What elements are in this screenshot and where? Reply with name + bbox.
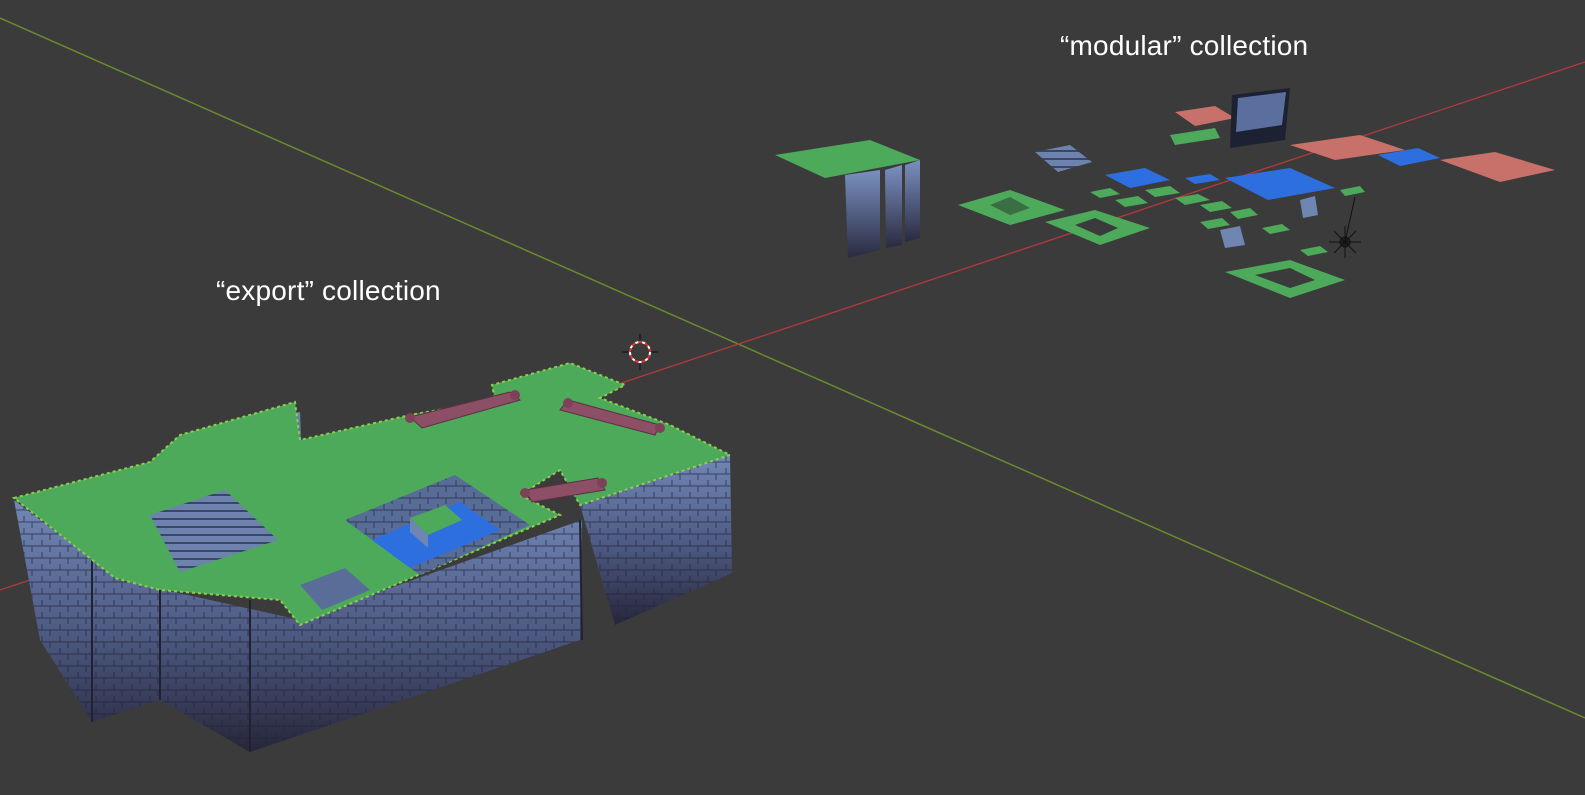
viewport-scene (0, 17, 1585, 752)
3d-cursor-icon (622, 334, 658, 370)
export-level-model (11, 361, 733, 752)
export-collection-label: “export” collection (216, 275, 441, 306)
light-object-icon (1329, 196, 1361, 258)
3d-viewport[interactable]: “modular” collection “export” collection (0, 0, 1585, 795)
modular-collection-label: “modular” collection (1060, 30, 1309, 61)
modular-pieces (775, 88, 1555, 298)
